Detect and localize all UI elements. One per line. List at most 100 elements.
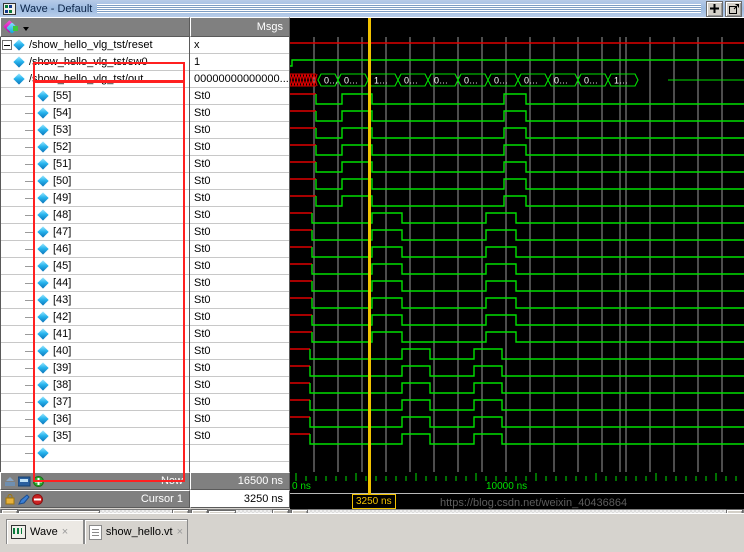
signal-row[interactable]: [54] bbox=[1, 105, 189, 122]
signal-names-column: /show_hello_vlg_tst/reset/show_hello_vlg… bbox=[0, 37, 190, 472]
edit-cursor-icon[interactable] bbox=[18, 493, 30, 505]
window-title-bar: Wave - Default bbox=[0, 0, 744, 18]
now-label: Now bbox=[160, 475, 183, 487]
signal-value: 1 bbox=[190, 54, 289, 71]
undock-button[interactable] bbox=[725, 0, 742, 17]
bus-segment-value: 0… bbox=[464, 76, 478, 86]
signal-row[interactable]: [55] bbox=[1, 88, 189, 105]
signal-name: [55] bbox=[53, 90, 72, 102]
signal-diamond-icon bbox=[38, 278, 49, 289]
signal-value: St0 bbox=[190, 309, 289, 326]
title-grip bbox=[97, 4, 701, 13]
lock-icon[interactable] bbox=[4, 493, 16, 505]
add-cursor-icon[interactable] bbox=[33, 475, 44, 487]
signal-diamond-icon bbox=[14, 57, 25, 68]
signal-diamond-icon bbox=[38, 193, 49, 204]
signal-diamond-icon bbox=[14, 74, 25, 85]
signal-name: [46] bbox=[53, 243, 72, 255]
bus-segment-value: 0… bbox=[344, 76, 358, 86]
dock-button[interactable] bbox=[706, 0, 723, 17]
signal-row[interactable]: [52] bbox=[1, 139, 189, 156]
msgs-column-header[interactable]: Msgs bbox=[190, 17, 290, 37]
signal-diamond-icon bbox=[38, 397, 49, 408]
signal-value: St0 bbox=[190, 394, 289, 411]
signal-row[interactable]: [50] bbox=[1, 173, 189, 190]
signal-row[interactable]: [41] bbox=[1, 326, 189, 343]
signal-value: St0 bbox=[190, 156, 289, 173]
cursor-time-badge: 3250 ns bbox=[352, 494, 396, 509]
signal-row[interactable]: [51] bbox=[1, 156, 189, 173]
cursor-line[interactable] bbox=[368, 37, 371, 472]
wave-panel: Msgs /show_hello_vlg_tst/reset/show_hell… bbox=[0, 17, 744, 527]
signal-name: [50] bbox=[53, 175, 72, 187]
timeline-label-left: 0 ns bbox=[292, 481, 311, 492]
signal-name: [51] bbox=[53, 158, 72, 170]
signal-name: /show_hello_vlg_tst/sw0 bbox=[29, 56, 148, 68]
bus-segment-value: 0… bbox=[494, 76, 508, 86]
signal-diamond-icon bbox=[38, 142, 49, 153]
signal-row[interactable]: /show_hello_vlg_tst/out bbox=[1, 40, 189, 88]
signal-row-partial[interactable] bbox=[1, 445, 189, 462]
collapse-icon[interactable] bbox=[2, 40, 12, 50]
signal-name: /show_hello_vlg_tst/reset bbox=[29, 39, 153, 51]
signal-value: St0 bbox=[190, 207, 289, 224]
chevron-down-icon[interactable] bbox=[23, 27, 29, 31]
tab-show-hello-vt-close-icon[interactable]: × bbox=[177, 526, 183, 538]
signal-row[interactable]: [35] bbox=[1, 428, 189, 445]
tab-wave[interactable]: Wave × bbox=[6, 519, 84, 544]
signal-row[interactable]: /show_hello_vlg_tst/reset bbox=[1, 37, 189, 54]
signal-row[interactable]: /show_hello_vlg_tst/sw0 bbox=[1, 54, 189, 71]
signal-diamond-icon bbox=[38, 414, 49, 425]
signal-value: x bbox=[190, 37, 289, 54]
signal-row[interactable]: [47] bbox=[1, 224, 189, 241]
signal-diamond-icon bbox=[38, 244, 49, 255]
wave-tab-icon bbox=[11, 525, 26, 539]
signal-name: [43] bbox=[53, 294, 72, 306]
signal-row[interactable]: [40] bbox=[1, 343, 189, 360]
timeline-label-mid: 10000 ns bbox=[486, 481, 528, 492]
now-marker-icon[interactable] bbox=[4, 476, 16, 487]
tab-show-hello-vt-label: show_hello.vt bbox=[105, 526, 173, 538]
bottom-tab-bar: Wave × show_hello.vt × bbox=[0, 513, 744, 552]
signal-name: [40] bbox=[53, 345, 72, 357]
waveform-traces: 0… 0… 1… 0… 0… 0… 0… 0… 0… 0… 1… bbox=[290, 37, 744, 472]
bus-segment-value: 1… bbox=[374, 76, 388, 86]
signal-diamond-icon bbox=[38, 210, 49, 221]
names-column-header[interactable] bbox=[0, 17, 190, 37]
signal-name: [52] bbox=[53, 141, 72, 153]
signal-row[interactable]: [53] bbox=[1, 122, 189, 139]
signal-value: St0 bbox=[190, 343, 289, 360]
signal-name: [37] bbox=[53, 396, 72, 408]
signal-row[interactable]: [37] bbox=[1, 394, 189, 411]
signal-row[interactable]: [48] bbox=[1, 207, 189, 224]
signal-row[interactable]: [38] bbox=[1, 377, 189, 394]
signal-row[interactable]: [36] bbox=[1, 411, 189, 428]
signal-row[interactable]: [39] bbox=[1, 360, 189, 377]
signal-value: St0 bbox=[190, 428, 289, 445]
signal-value-partial bbox=[190, 445, 289, 462]
signal-name: [42] bbox=[53, 311, 72, 323]
tab-show-hello-vt[interactable]: show_hello.vt × bbox=[84, 519, 188, 544]
bus-segment-value: 0… bbox=[434, 76, 448, 86]
signal-diamond-icon bbox=[38, 227, 49, 238]
signal-diamond-icon bbox=[38, 312, 49, 323]
cursor-footer: Now Cursor 1 16500 ns 3250 ns 0 ns 10000… bbox=[0, 472, 744, 509]
signal-row[interactable]: [43] bbox=[1, 292, 189, 309]
bus-segment-value: 0… bbox=[554, 76, 568, 86]
cursor-line-header bbox=[368, 18, 371, 38]
delete-cursor-icon[interactable] bbox=[32, 493, 43, 505]
signal-name: [36] bbox=[53, 413, 72, 425]
timeline-strip[interactable]: 0 ns 10000 ns 3250 ns bbox=[290, 472, 744, 509]
signal-row[interactable]: [49] bbox=[1, 190, 189, 207]
signal-name: [47] bbox=[53, 226, 72, 238]
signal-row[interactable]: [44] bbox=[1, 275, 189, 292]
signal-row[interactable]: [46] bbox=[1, 241, 189, 258]
tab-wave-close-icon[interactable]: × bbox=[62, 526, 68, 538]
signal-diamond-icon bbox=[38, 346, 49, 357]
signal-row[interactable]: [42] bbox=[1, 309, 189, 326]
insert-icon[interactable] bbox=[18, 476, 31, 487]
waveform-canvas[interactable]: 0… 0… 1… 0… 0… 0… 0… 0… 0… 0… 1… bbox=[290, 37, 744, 472]
signal-row[interactable]: [45] bbox=[1, 258, 189, 275]
signal-value: St0 bbox=[190, 190, 289, 207]
tab-wave-label: Wave bbox=[30, 526, 58, 538]
